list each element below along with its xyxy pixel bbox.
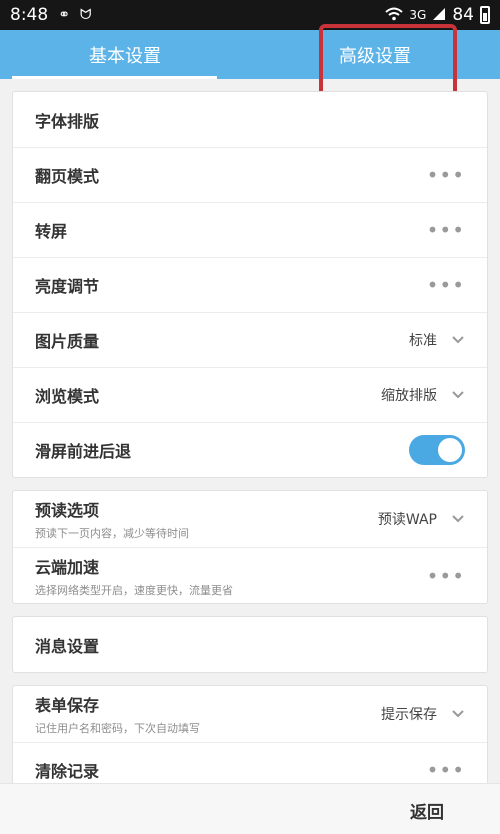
chevron-down-icon[interactable] bbox=[451, 707, 465, 721]
browse-mode-row[interactable]: 浏览模式 缩放排版 bbox=[13, 367, 487, 422]
tab-bar: 基本设置 高级设置 bbox=[0, 30, 500, 79]
row-subtitle: 选择网络类型开启，速度更快，流量更省 bbox=[35, 583, 233, 597]
circles-icon: ⚭ bbox=[58, 7, 70, 23]
swipe-navigation-row: 滑屏前进后退 bbox=[13, 422, 487, 477]
tab-advanced-settings[interactable]: 高级设置 bbox=[250, 30, 500, 79]
row-label: 亮度调节 bbox=[35, 277, 100, 296]
network-settings-group: 预读选项 预读下一页内容，减少等待时间 预读WAP 云端加速 选择网络类型开启，… bbox=[12, 490, 488, 604]
display-settings-group: 字体排版 翻页模式 ••• 转屏 ••• 亮度调节 ••• 图片质量 标准 浏览… bbox=[12, 91, 488, 478]
brightness-row[interactable]: 亮度调节 ••• bbox=[13, 257, 487, 312]
more-icon[interactable]: ••• bbox=[427, 275, 465, 295]
message-settings-row[interactable]: 消息设置 bbox=[13, 617, 487, 672]
preload-row[interactable]: 预读选项 预读下一页内容，减少等待时间 预读WAP bbox=[13, 491, 487, 547]
form-save-row[interactable]: 表单保存 记住用户名和密码，下次自动填写 提示保存 bbox=[13, 686, 487, 742]
row-subtitle: 预读下一页内容，减少等待时间 bbox=[35, 527, 189, 540]
preload-value: 预读WAP bbox=[377, 512, 437, 528]
status-left: 8:48 ⚭ ᗢ bbox=[10, 5, 92, 25]
status-bar: 8:48 ⚭ ᗢ 3G 84 bbox=[0, 0, 500, 30]
row-label: 转屏 bbox=[35, 222, 68, 241]
form-settings-group: 表单保存 记住用户名和密码，下次自动填写 提示保存 清除记录 ••• bbox=[12, 685, 488, 798]
battery-icon bbox=[480, 6, 490, 24]
row-label: 图片质量 bbox=[35, 332, 100, 351]
row-label: 翻页模式 bbox=[35, 167, 100, 186]
bird-icon: ᗢ bbox=[79, 7, 92, 23]
row-label: 云端加速 bbox=[35, 557, 100, 577]
wifi-icon bbox=[385, 7, 404, 24]
chevron-down-icon[interactable] bbox=[451, 333, 465, 347]
row-label: 滑屏前进后退 bbox=[35, 442, 132, 461]
browse-mode-value: 缩放排版 bbox=[381, 388, 437, 404]
toggle-knob bbox=[438, 438, 462, 462]
page-turn-mode-row[interactable]: 翻页模式 ••• bbox=[13, 147, 487, 202]
cloud-acceleration-row[interactable]: 云端加速 选择网络类型开启，速度更快，流量更省 ••• bbox=[13, 547, 487, 603]
chevron-down-icon[interactable] bbox=[451, 388, 465, 402]
status-time: 8:48 bbox=[10, 5, 49, 25]
more-icon[interactable]: ••• bbox=[427, 760, 465, 780]
signal-icon bbox=[432, 7, 446, 24]
more-icon[interactable]: ••• bbox=[427, 165, 465, 185]
screen-rotation-row[interactable]: 转屏 ••• bbox=[13, 202, 487, 257]
image-quality-value: 标准 bbox=[409, 333, 437, 349]
swipe-navigation-toggle[interactable] bbox=[409, 435, 465, 465]
row-label: 清除记录 bbox=[35, 762, 100, 781]
bottom-bar: 返回 bbox=[0, 783, 500, 834]
row-label: 表单保存 bbox=[35, 696, 100, 715]
settings-list: 字体排版 翻页模式 ••• 转屏 ••• 亮度调节 ••• 图片质量 标准 浏览… bbox=[12, 91, 488, 810]
more-icon[interactable]: ••• bbox=[427, 566, 465, 586]
image-quality-row[interactable]: 图片质量 标准 bbox=[13, 312, 487, 367]
more-icon[interactable]: ••• bbox=[427, 220, 465, 240]
row-label: 浏览模式 bbox=[35, 387, 100, 406]
font-layout-row[interactable]: 字体排版 bbox=[13, 92, 487, 147]
row-label: 预读选项 bbox=[35, 501, 100, 520]
tab-basic-settings[interactable]: 基本设置 bbox=[0, 30, 250, 79]
row-label: 消息设置 bbox=[35, 636, 100, 656]
network-type: 3G bbox=[409, 8, 427, 22]
status-right: 3G 84 bbox=[385, 5, 490, 25]
battery-level: 84 bbox=[452, 5, 474, 25]
row-label: 字体排版 bbox=[35, 111, 100, 131]
back-button[interactable]: 返回 bbox=[410, 798, 444, 823]
chevron-down-icon[interactable] bbox=[451, 512, 465, 526]
row-subtitle: 记住用户名和密码，下次自动填写 bbox=[35, 722, 200, 735]
form-save-value: 提示保存 bbox=[381, 707, 437, 723]
message-settings-group: 消息设置 bbox=[12, 616, 488, 673]
